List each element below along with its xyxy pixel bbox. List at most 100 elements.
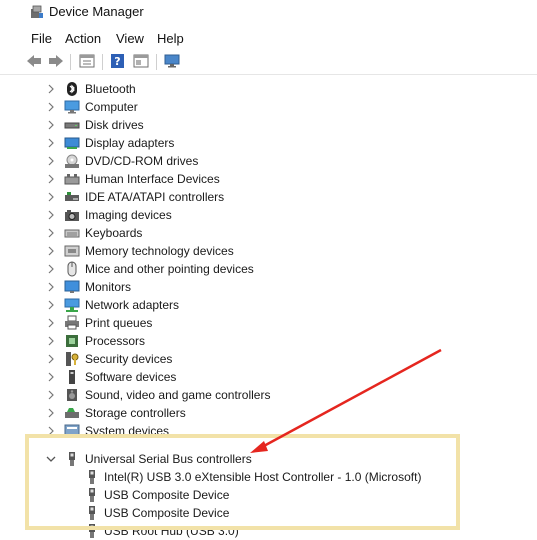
- usb-icon: [89, 524, 95, 538]
- chevron-right-icon[interactable]: [46, 300, 56, 310]
- chevron-right-icon[interactable]: [46, 246, 56, 256]
- device-label: System devices: [85, 424, 170, 438]
- device-category[interactable]: DVD/CD-ROM drives: [0, 152, 520, 170]
- chevron-right-icon[interactable]: [46, 174, 56, 184]
- device-label: Software devices: [85, 370, 177, 384]
- chevron-down-icon[interactable]: [46, 454, 56, 464]
- device-label: USB Composite Device: [104, 506, 230, 520]
- device-item[interactable]: USB Root Hub (USB 3.0): [0, 522, 520, 540]
- bluetooth-icon: [67, 82, 77, 96]
- device-category[interactable]: Software devices: [0, 368, 520, 386]
- device-category[interactable]: Sound, video and game controllers: [0, 386, 520, 404]
- device-category[interactable]: Disk drives: [0, 116, 520, 134]
- monitor-icon[interactable]: [163, 53, 181, 69]
- device-label: Imaging devices: [85, 208, 172, 222]
- chevron-right-icon[interactable]: [46, 372, 56, 382]
- title-bar: Device Manager: [0, 0, 537, 26]
- processor-icon: [66, 335, 78, 347]
- storage-icon: [65, 408, 79, 418]
- device-label: Memory technology devices: [85, 244, 234, 258]
- device-label: Print queues: [85, 316, 153, 330]
- chevron-right-icon[interactable]: [46, 192, 56, 202]
- device-tree: Bluetooth Computer Disk drives Display adap…: [0, 80, 537, 539]
- device-category[interactable]: IDE ATA/ATAPI controllers: [0, 188, 520, 206]
- device-item[interactable]: USB Composite Device: [0, 486, 520, 504]
- chevron-right-icon[interactable]: [46, 426, 56, 436]
- device-label: Processors: [85, 334, 146, 348]
- camera-icon: [65, 210, 79, 221]
- usb-icon: [69, 452, 75, 466]
- device-category[interactable]: Computer: [0, 98, 520, 116]
- menu-help[interactable]: Help: [157, 31, 184, 46]
- hid-icon: [64, 174, 80, 185]
- device-item[interactable]: Intel(R) USB 3.0 eXtensible Host Control…: [0, 468, 520, 486]
- device-label: Security devices: [85, 352, 173, 366]
- system-device-icon: [64, 424, 80, 437]
- chevron-right-icon[interactable]: [46, 354, 56, 364]
- device-category[interactable]: Monitors: [0, 278, 520, 296]
- usb-icon: [89, 470, 95, 484]
- device-category[interactable]: Bluetooth: [0, 80, 520, 98]
- device-category[interactable]: Storage controllers: [0, 404, 520, 422]
- chevron-right-icon[interactable]: [46, 120, 56, 130]
- chevron-right-icon[interactable]: [46, 318, 56, 328]
- chevron-right-icon[interactable]: [46, 408, 56, 418]
- chevron-right-icon[interactable]: [46, 210, 56, 220]
- device-label: Bluetooth: [85, 82, 136, 96]
- chevron-right-icon[interactable]: [46, 84, 56, 94]
- chevron-right-icon[interactable]: [46, 228, 56, 238]
- device-category[interactable]: Universal Serial Bus controllers: [0, 450, 520, 468]
- help-icon[interactable]: ?: [109, 53, 127, 69]
- menu-bar: File Action View Help: [0, 28, 537, 48]
- device-item[interactable]: USB Composite Device: [0, 504, 520, 522]
- speaker-icon: [67, 389, 77, 401]
- menu-action[interactable]: Action: [65, 31, 101, 46]
- device-label: Network adapters: [85, 298, 180, 312]
- device-category[interactable]: Print queues: [0, 314, 520, 332]
- device-label: Storage controllers: [85, 406, 186, 420]
- monitor-icon: [64, 280, 80, 293]
- window-title: Device Manager: [49, 4, 144, 19]
- device-category[interactable]: Network adapters: [0, 296, 520, 314]
- device-category[interactable]: Human Interface Devices: [0, 170, 520, 188]
- device-label: Sound, video and game controllers: [85, 388, 271, 402]
- back-icon[interactable]: [25, 53, 43, 69]
- device-category[interactable]: Processors: [0, 332, 520, 350]
- device-category[interactable]: Keyboards: [0, 224, 520, 242]
- device-label: Universal Serial Bus controllers: [85, 452, 252, 466]
- device-category[interactable]: Security devices: [0, 350, 520, 368]
- device-category[interactable]: Imaging devices: [0, 206, 520, 224]
- chevron-right-icon[interactable]: [46, 102, 56, 112]
- security-icon: [66, 352, 79, 366]
- usb-icon: [89, 506, 95, 520]
- dvd-drive-icon: [65, 154, 79, 168]
- chevron-right-icon[interactable]: [46, 138, 56, 148]
- device-category[interactable]: Memory technology devices: [0, 242, 520, 260]
- chevron-right-icon[interactable]: [46, 336, 56, 346]
- device-label: USB Composite Device: [104, 488, 230, 502]
- device-manager-icon: [31, 5, 43, 18]
- display-adapter-icon: [64, 137, 80, 149]
- device-label: Display adapters: [85, 136, 175, 150]
- menu-view[interactable]: View: [116, 31, 144, 46]
- chevron-right-icon[interactable]: [46, 390, 56, 400]
- device-label: Computer: [85, 100, 138, 114]
- chevron-right-icon[interactable]: [46, 264, 56, 274]
- device-category[interactable]: System devices: [0, 422, 520, 440]
- mouse-icon: [67, 261, 77, 277]
- show-hide-icon[interactable]: [132, 53, 150, 69]
- device-label: DVD/CD-ROM drives: [85, 154, 199, 168]
- device-category[interactable]: Display adapters: [0, 134, 520, 152]
- device-category[interactable]: Mice and other pointing devices: [0, 260, 520, 278]
- usb-icon: [89, 488, 95, 502]
- device-label: IDE ATA/ATAPI controllers: [85, 190, 225, 204]
- memory-icon: [64, 245, 80, 257]
- properties-icon[interactable]: [78, 53, 96, 69]
- chevron-right-icon[interactable]: [46, 282, 56, 292]
- svg-text:?: ?: [114, 55, 120, 68]
- menu-file[interactable]: File: [31, 31, 52, 46]
- toolbar-separator: [156, 54, 157, 70]
- chevron-right-icon[interactable]: [46, 156, 56, 166]
- toolbar-separator: [70, 54, 71, 70]
- forward-icon[interactable]: [47, 53, 65, 69]
